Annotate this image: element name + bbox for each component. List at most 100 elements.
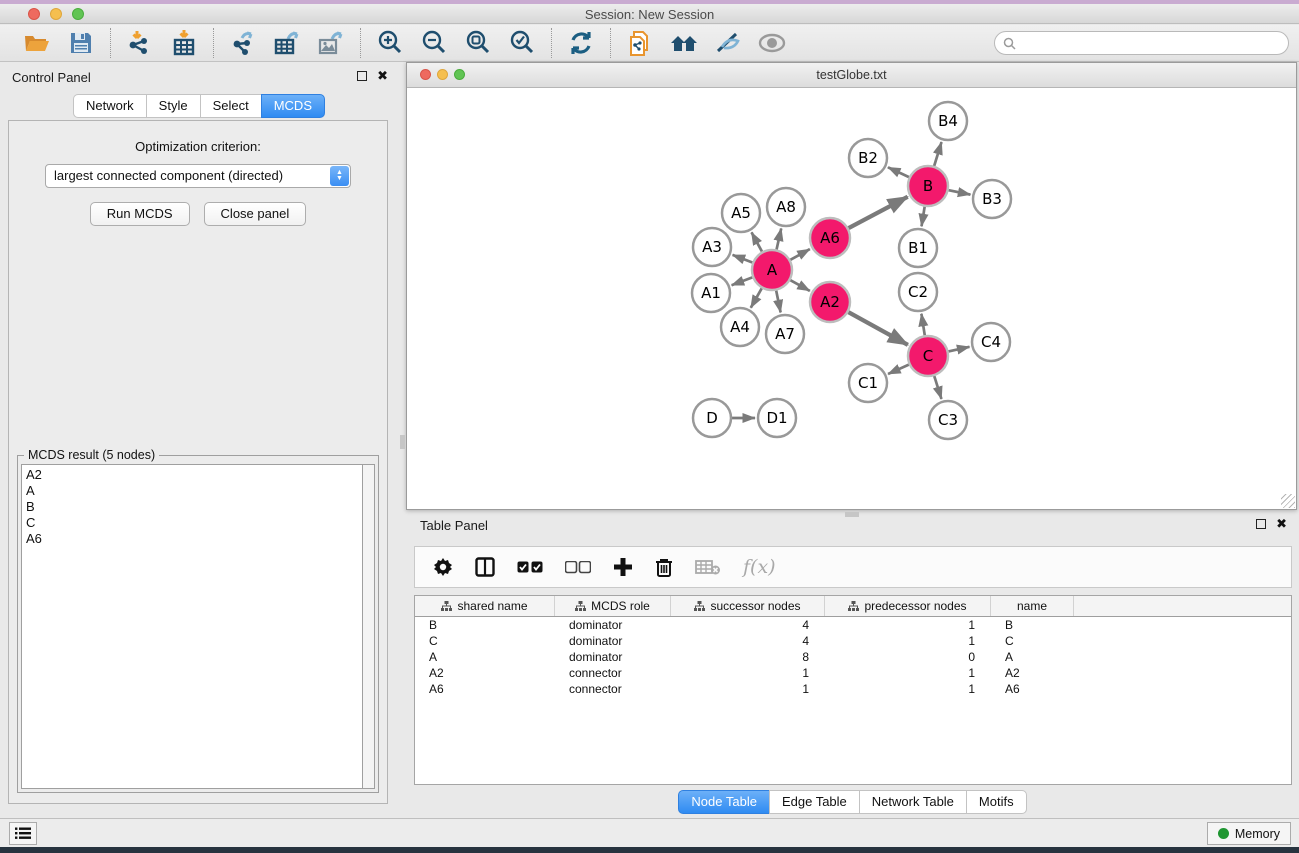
run-mcds-button[interactable]: Run MCDS	[90, 202, 190, 226]
node-A1[interactable]: A1	[692, 274, 730, 312]
node-C[interactable]: C	[908, 336, 948, 376]
table-row[interactable]: Bdominator41B	[415, 617, 1291, 633]
cell-shared-name[interactable]: A	[415, 649, 555, 665]
network-window-titlebar[interactable]: testGlobe.txt	[407, 63, 1296, 88]
network-canvas[interactable]: B4B2BB3A5A8A6B1A3AA1C2A2A4A7CC4C1C3DD1	[408, 89, 1295, 509]
cell-mcds-role[interactable]: dominator	[555, 649, 671, 665]
optimization-criterion-select[interactable]: largest connected component (directed) ▲…	[45, 164, 351, 188]
float-table-panel-icon[interactable]	[1256, 519, 1266, 529]
edge-C-C4[interactable]	[948, 347, 969, 352]
cell-shared-name[interactable]: B	[415, 617, 555, 633]
tab-network[interactable]: Network	[73, 94, 146, 118]
table-row[interactable]: A6connector11A6	[415, 681, 1291, 697]
cell-name[interactable]: B	[991, 617, 1074, 633]
node-C1[interactable]: C1	[849, 364, 887, 402]
close-table-panel-icon[interactable]: ✖	[1276, 519, 1287, 529]
node-D[interactable]: D	[693, 399, 731, 437]
edge-C-C3[interactable]	[934, 376, 941, 399]
cell-shared-name[interactable]: C	[415, 633, 555, 649]
node-B2[interactable]: B2	[849, 139, 887, 177]
cell-mcds-role[interactable]: connector	[555, 665, 671, 681]
cell-shared-name[interactable]: A6	[415, 681, 555, 697]
task-history-button[interactable]	[9, 822, 37, 845]
apply-layout-icon[interactable]	[566, 28, 596, 58]
mcds-result-item[interactable]: A	[26, 483, 362, 499]
save-session-icon[interactable]	[66, 28, 96, 58]
close-panel-icon[interactable]: ✖	[377, 71, 388, 81]
cell-mcds-role[interactable]: dominator	[555, 617, 671, 633]
edge-A2-C[interactable]	[848, 312, 907, 345]
cell-shared-name[interactable]: A2	[415, 665, 555, 681]
cell-predecessors[interactable]: 1	[825, 633, 991, 649]
zoom-out-icon[interactable]	[419, 28, 449, 58]
cell-name[interactable]: A2	[991, 665, 1074, 681]
vertical-splitter-handle[interactable]	[400, 435, 405, 449]
tab-network-table[interactable]: Network Table	[859, 790, 966, 814]
edge-A-A3[interactable]	[733, 255, 753, 263]
node-A[interactable]: A	[752, 250, 792, 290]
node-B1[interactable]: B1	[899, 229, 937, 267]
node-B4[interactable]: B4	[929, 102, 967, 140]
table-row[interactable]: A2connector11A2	[415, 665, 1291, 681]
edge-A-A2[interactable]	[790, 280, 809, 291]
zoom-in-icon[interactable]	[375, 28, 405, 58]
node-B[interactable]: B	[908, 166, 948, 206]
result-list-scrollbar[interactable]	[362, 464, 375, 789]
hide-selected-icon[interactable]	[713, 28, 743, 58]
tab-style[interactable]: Style	[146, 94, 200, 118]
open-file-icon[interactable]	[22, 28, 52, 58]
cell-name[interactable]: A	[991, 649, 1074, 665]
delete-columns-trash-icon[interactable]	[655, 557, 673, 577]
cell-successors[interactable]: 4	[671, 617, 825, 633]
cell-name[interactable]: C	[991, 633, 1074, 649]
cell-name[interactable]: A6	[991, 681, 1074, 697]
mcds-result-item[interactable]: B	[26, 499, 362, 515]
node-C2[interactable]: C2	[899, 273, 937, 311]
table-options-gear-icon[interactable]	[433, 557, 453, 577]
table-row[interactable]: Cdominator41C	[415, 633, 1291, 649]
cell-mcds-role[interactable]: connector	[555, 681, 671, 697]
column-header-shared-name[interactable]: shared name	[415, 596, 555, 616]
tab-edge-table[interactable]: Edge Table	[769, 790, 859, 814]
node-C3[interactable]: C3	[929, 401, 967, 439]
first-neighbors-icon[interactable]	[669, 28, 699, 58]
cell-predecessors[interactable]: 1	[825, 681, 991, 697]
select-all-columns-icon[interactable]	[517, 561, 543, 574]
edge-A-A7[interactable]	[776, 291, 780, 313]
edge-C-C1[interactable]	[888, 365, 909, 374]
column-header-successor-nodes[interactable]: successor nodes	[671, 596, 825, 616]
mcds-result-item[interactable]: A2	[26, 467, 362, 483]
edge-A-A5[interactable]	[752, 232, 762, 251]
node-A6[interactable]: A6	[810, 218, 850, 258]
tab-select[interactable]: Select	[200, 94, 261, 118]
new-network-from-selection-icon[interactable]	[625, 28, 655, 58]
show-all-icon[interactable]	[757, 28, 787, 58]
edge-A-A4[interactable]	[751, 288, 762, 308]
node-C4[interactable]: C4	[972, 323, 1010, 361]
node-A4[interactable]: A4	[721, 308, 759, 346]
cell-predecessors[interactable]: 0	[825, 649, 991, 665]
cell-predecessors[interactable]: 1	[825, 665, 991, 681]
window-resize-grip[interactable]	[1281, 494, 1295, 508]
export-image-icon[interactable]	[316, 28, 346, 58]
node-B3[interactable]: B3	[973, 180, 1011, 218]
node-D1[interactable]: D1	[758, 399, 796, 437]
cell-predecessors[interactable]: 1	[825, 617, 991, 633]
edge-B-B2[interactable]	[888, 167, 909, 177]
edge-A6-B[interactable]	[849, 197, 908, 228]
mcds-result-item[interactable]: C	[26, 515, 362, 531]
cell-successors[interactable]: 1	[671, 665, 825, 681]
column-header-name[interactable]: name	[991, 596, 1074, 616]
zoom-selected-icon[interactable]	[507, 28, 537, 58]
node-A2[interactable]: A2	[810, 282, 850, 322]
cell-mcds-role[interactable]: dominator	[555, 633, 671, 649]
float-panel-icon[interactable]	[357, 71, 367, 81]
tab-mcds[interactable]: MCDS	[261, 94, 325, 118]
node-A7[interactable]: A7	[766, 315, 804, 353]
cell-successors[interactable]: 8	[671, 649, 825, 665]
search-input[interactable]	[1016, 33, 1288, 53]
edge-C-C2[interactable]	[921, 314, 924, 336]
node-A8[interactable]: A8	[767, 188, 805, 226]
table-row[interactable]: Adominator80A	[415, 649, 1291, 665]
import-table-icon[interactable]	[169, 28, 199, 58]
